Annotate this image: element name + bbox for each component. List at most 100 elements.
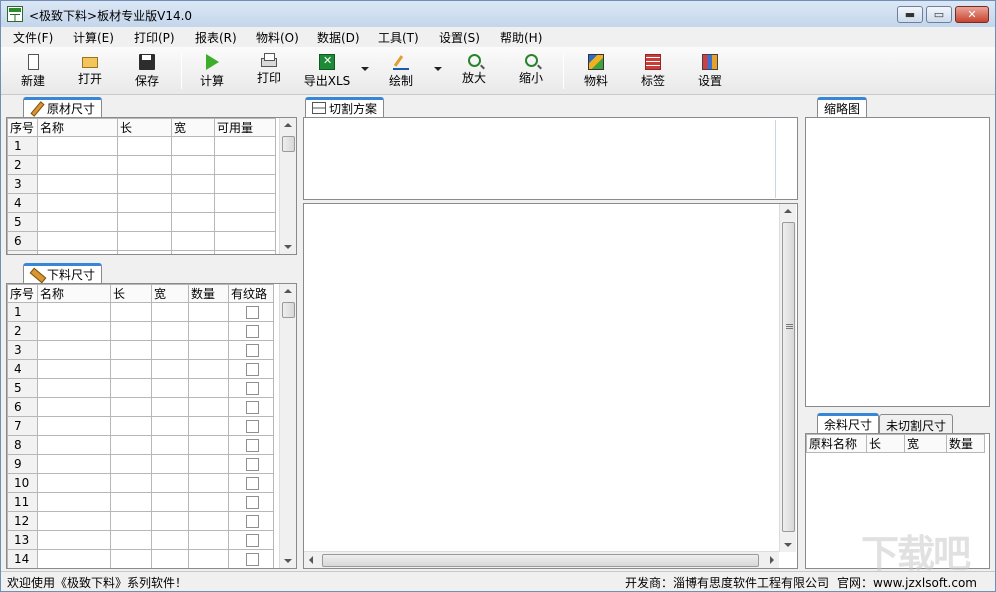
table-cell[interactable]: [151, 416, 189, 436]
table-cell[interactable]: [151, 302, 189, 322]
table-row[interactable]: 3: [7, 340, 274, 360]
table-cell[interactable]: [37, 212, 118, 232]
table-cell[interactable]: [37, 473, 111, 493]
zoom-out-button[interactable]: 缩小: [505, 51, 557, 93]
scroll-down-arrow-icon[interactable]: [284, 245, 292, 249]
table-cell[interactable]: [117, 174, 172, 194]
table-row[interactable]: 8: [7, 435, 274, 455]
table-cell[interactable]: [171, 231, 215, 251]
table-row[interactable]: 5: [7, 378, 274, 398]
table-cell[interactable]: [214, 212, 276, 232]
scroll-down-arrow-icon[interactable]: [284, 559, 292, 563]
tab-cutting-plan[interactable]: 切割方案: [305, 97, 385, 117]
table-cell[interactable]: [37, 359, 111, 379]
status-website[interactable]: 官网：www.jzxlsoft.com: [837, 574, 977, 591]
table-cell[interactable]: [151, 359, 189, 379]
table-row[interactable]: 9: [7, 454, 274, 474]
table-cell[interactable]: [151, 530, 189, 550]
table-cell[interactable]: [110, 340, 152, 360]
grain-checkbox[interactable]: [245, 515, 259, 528]
table-cell[interactable]: [110, 473, 152, 493]
table-cell[interactable]: [151, 378, 189, 398]
label-button[interactable]: 标签: [627, 51, 679, 93]
table-cell[interactable]: [188, 416, 229, 436]
table-row[interactable]: 1: [7, 302, 274, 322]
canvas-horizontal-scrollbar[interactable]: [304, 551, 779, 568]
menu-print[interactable]: 打印(P): [134, 29, 175, 46]
table-cell[interactable]: [37, 530, 111, 550]
canvas-vertical-scrollbar[interactable]: [779, 204, 796, 552]
draw-button[interactable]: 绘制: [375, 51, 427, 93]
grain-checkbox[interactable]: [245, 306, 259, 319]
table-cell[interactable]: [171, 155, 215, 175]
table-cell[interactable]: [37, 549, 111, 568]
table-row[interactable]: 10: [7, 473, 274, 493]
export-dropdown-arrow-icon[interactable]: [361, 67, 369, 71]
export-xls-button[interactable]: 导出XLS: [301, 51, 353, 93]
table-cell[interactable]: [110, 302, 152, 322]
table-cell[interactable]: [151, 435, 189, 455]
scroll-down-arrow-icon[interactable]: [784, 543, 792, 547]
cutting-canvas[interactable]: [303, 203, 798, 569]
table-cell[interactable]: [37, 454, 111, 474]
grain-checkbox[interactable]: [245, 344, 259, 357]
table-cell[interactable]: [110, 397, 152, 417]
calc-button[interactable]: 计算: [186, 51, 238, 93]
grain-checkbox[interactable]: [245, 382, 259, 395]
table-cell[interactable]: [171, 212, 215, 232]
table-cell[interactable]: [37, 397, 111, 417]
minimize-button[interactable]: ▬: [897, 6, 923, 23]
table-row[interactable]: 2: [7, 321, 274, 341]
menu-help[interactable]: 帮助(H): [500, 29, 542, 46]
grain-checkbox[interactable]: [245, 420, 259, 433]
table-cell[interactable]: [188, 359, 229, 379]
grain-checkbox[interactable]: [245, 553, 259, 566]
table-row[interactable]: 2: [7, 155, 276, 175]
table-cell[interactable]: [214, 231, 276, 251]
table-cell[interactable]: [171, 136, 215, 156]
table-row[interactable]: 7: [7, 416, 274, 436]
table-cell[interactable]: [117, 212, 172, 232]
table-cell[interactable]: [171, 193, 215, 213]
table-cell[interactable]: [37, 340, 111, 360]
raw-table-scrollbar[interactable]: [279, 118, 296, 254]
table-cell[interactable]: [214, 155, 276, 175]
table-cell[interactable]: [117, 231, 172, 251]
scroll-up-arrow-icon[interactable]: [284, 123, 292, 127]
table-cell[interactable]: [188, 492, 229, 512]
table-cell[interactable]: [151, 340, 189, 360]
table-row[interactable]: 11: [7, 492, 274, 512]
table-cell[interactable]: [214, 174, 276, 194]
table-cell[interactable]: [37, 174, 118, 194]
close-button[interactable]: ✕: [955, 6, 989, 23]
table-cell[interactable]: [151, 321, 189, 341]
table-cell[interactable]: [151, 454, 189, 474]
table-cell[interactable]: [151, 397, 189, 417]
table-cell[interactable]: [214, 250, 276, 254]
cut-table-scrollbar[interactable]: [279, 284, 296, 568]
tab-cut-size[interactable]: 下料尺寸: [23, 263, 103, 283]
table-row[interactable]: 4: [7, 193, 276, 213]
table-cell[interactable]: [188, 454, 229, 474]
table-cell[interactable]: [188, 321, 229, 341]
table-cell[interactable]: [151, 492, 189, 512]
new-button[interactable]: 新建: [7, 51, 59, 93]
table-cell[interactable]: [110, 549, 152, 568]
table-cell[interactable]: [214, 136, 276, 156]
scroll-thumb[interactable]: [282, 136, 295, 152]
scroll-right-arrow-icon[interactable]: [770, 556, 774, 564]
table-cell[interactable]: [110, 416, 152, 436]
tab-thumbnail[interactable]: 缩略图: [817, 97, 868, 117]
open-button[interactable]: 打开: [64, 51, 116, 93]
table-cell[interactable]: [110, 378, 152, 398]
table-cell[interactable]: [117, 155, 172, 175]
table-cell[interactable]: [37, 435, 111, 455]
table-cell[interactable]: [188, 397, 229, 417]
table-cell[interactable]: [110, 511, 152, 531]
table-cell[interactable]: [214, 193, 276, 213]
table-cell[interactable]: [188, 549, 229, 568]
grain-checkbox[interactable]: [245, 439, 259, 452]
draw-dropdown-arrow-icon[interactable]: [434, 67, 442, 71]
table-cell[interactable]: [188, 435, 229, 455]
menu-calc[interactable]: 计算(E): [73, 29, 114, 46]
